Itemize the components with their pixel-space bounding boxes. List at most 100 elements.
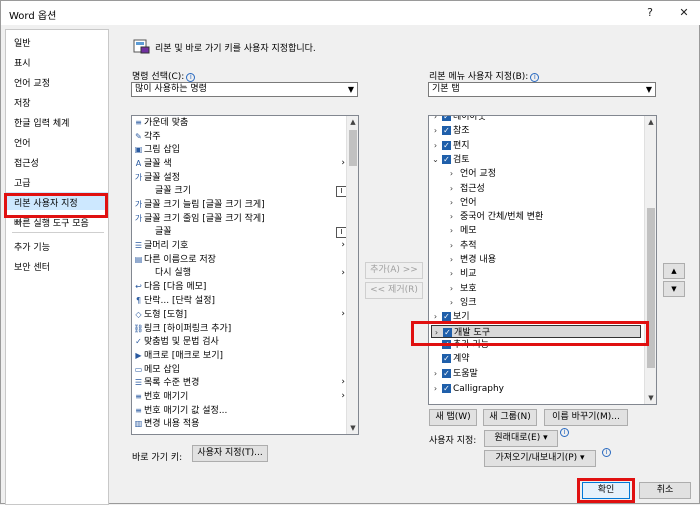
nav-item[interactable]: 언어: [14, 136, 31, 149]
new-tab-button[interactable]: 새 탭(W): [429, 409, 477, 426]
command-item[interactable]: 글꼴 크기 I: [133, 185, 347, 198]
expand-icon[interactable]: ⌄: [431, 153, 440, 166]
command-item[interactable]: ¶ 단락... [단락 설정]: [133, 294, 347, 307]
expand-icon[interactable]: ›: [447, 267, 456, 280]
nav-item[interactable]: 표시: [14, 56, 31, 69]
commands-scrollbar[interactable]: ▲ ▼: [346, 116, 358, 434]
move-up-button[interactable]: ▲: [663, 263, 685, 279]
command-item[interactable]: ▤ 다른 이름으로 저장: [133, 253, 347, 266]
ribbon-tree-item[interactable]: › 추적: [447, 239, 641, 252]
cancel-button[interactable]: 취소: [639, 482, 691, 499]
expand-icon[interactable]: ›: [447, 296, 456, 309]
expand-icon[interactable]: ›: [447, 253, 456, 266]
command-item[interactable]: ▣ 그림 삽입: [133, 143, 347, 156]
nav-item[interactable]: 접근성: [14, 156, 39, 169]
new-group-button[interactable]: 새 그룹(N): [483, 409, 537, 426]
scroll-thumb[interactable]: [349, 130, 357, 166]
nav-item[interactable]: 언어 교정: [14, 76, 50, 89]
remove-button[interactable]: << 제거(R): [365, 282, 423, 299]
ribbon-tree-item[interactable]: › ✓ 도움말: [431, 367, 641, 380]
checkbox-icon[interactable]: ✓: [442, 354, 451, 364]
expand-icon[interactable]: ›: [431, 382, 440, 395]
tree-scroll-down-icon[interactable]: ▼: [645, 392, 656, 404]
ribbon-tree-item[interactable]: › 비교: [447, 267, 641, 280]
choose-commands-combo[interactable]: 많이 사용하는 명령 ▼: [131, 82, 358, 97]
command-item[interactable]: ▭ 메모 삽입: [133, 363, 347, 376]
command-item[interactable]: ▶ 매크로 [매크로 보기]: [133, 349, 347, 362]
ribbon-tree-item[interactable]: › 언어 교정: [447, 167, 641, 180]
nav-item[interactable]: 저장: [14, 96, 31, 109]
checkbox-icon[interactable]: ✓: [442, 383, 451, 393]
ribbon-tree-item[interactable]: › 중국어 간체/번체 변환: [447, 210, 641, 223]
import-export-button[interactable]: 가져오기/내보내기(P) ▾: [484, 450, 596, 467]
expand-icon[interactable]: ›: [447, 224, 456, 237]
help-button[interactable]: ?: [639, 5, 661, 21]
ribbon-tree[interactable]: › ✓ Calligraphy › ✓ 도움말 ✓ 계약 ✓ 추가 기능 › ✓ 개발 도구 › ✓ 보기 › 잉…: [428, 115, 657, 405]
command-item[interactable]: ↩ 다음 [다음 메모]: [133, 280, 347, 293]
command-item[interactable]: ▥ 변경 내용 적용: [133, 417, 347, 430]
scroll-up-icon[interactable]: ▲: [347, 116, 358, 128]
command-item[interactable]: 가 글꼴 크기 늘림 [글꼴 크기 크게]: [133, 198, 347, 211]
ribbon-tree-item[interactable]: › 잉크: [447, 296, 641, 309]
ribbon-tree-item[interactable]: › ✓ Calligraphy: [431, 382, 641, 395]
rename-button[interactable]: 이름 바꾸기(M)...: [544, 409, 628, 426]
shortcut-customize-button[interactable]: 사용자 지정(T)...: [192, 445, 268, 462]
checkbox-icon[interactable]: ✓: [442, 369, 451, 379]
checkbox-icon[interactable]: ✓: [442, 116, 451, 121]
ribbon-tree-item[interactable]: › 변경 내용: [447, 253, 641, 266]
nav-item[interactable]: 일반: [14, 36, 31, 49]
ribbon-tree-item[interactable]: › ✓ 레이아웃: [431, 115, 641, 123]
expand-icon[interactable]: ›: [447, 282, 456, 295]
ribbon-tree-item[interactable]: ✓ 계약: [431, 353, 641, 366]
nav-item[interactable]: 고급: [14, 176, 31, 189]
command-item[interactable]: A 글꼴 색 ›: [133, 157, 347, 170]
checkbox-icon[interactable]: ✓: [442, 312, 451, 322]
ribbon-tree-item[interactable]: › 메모: [447, 224, 641, 237]
commands-list[interactable]: ▥ 변경 내용 적용 ≡ 번호 매기기 값 설정... ≡ 번호 매기기 › ☰ 목록 수준 변…: [131, 115, 359, 435]
command-item[interactable]: 글꼴 I: [133, 226, 347, 239]
command-item[interactable]: ✎ 각주: [133, 130, 347, 143]
close-button[interactable]: ✕: [673, 5, 695, 21]
expand-icon[interactable]: ›: [431, 139, 440, 152]
nav-item[interactable]: 추가 기능: [14, 240, 50, 253]
expand-icon[interactable]: ›: [447, 182, 456, 195]
checkbox-icon[interactable]: ✓: [442, 154, 451, 164]
tree-scroll-up-icon[interactable]: ▲: [645, 116, 656, 128]
checkbox-icon[interactable]: ✓: [442, 140, 451, 150]
nav-item[interactable]: 보안 센터: [14, 260, 50, 273]
reset-button[interactable]: 원래대로(E) ▾: [484, 430, 558, 447]
expand-icon[interactable]: ›: [431, 124, 440, 137]
ribbon-tree-item[interactable]: › ✓ 참조: [431, 124, 641, 137]
checkbox-icon[interactable]: ✓: [442, 126, 451, 136]
ribbon-tree-item[interactable]: ⌄ ✓ 검토: [431, 153, 641, 166]
ribbon-tree-item[interactable]: › 언어: [447, 196, 641, 209]
command-item[interactable]: ✓ 맞춤법 및 문법 검사: [133, 335, 347, 348]
command-item[interactable]: ≡ 번호 매기기 ›: [133, 390, 347, 403]
command-item[interactable]: 가 글꼴 크기 줄임 [글꼴 크기 작게]: [133, 212, 347, 225]
ribbon-tree-label: 레이아웃: [453, 115, 487, 122]
command-item[interactable]: 가 글꼴 설정: [133, 171, 347, 184]
expand-icon[interactable]: ›: [447, 239, 456, 252]
command-item[interactable]: ☰ 목록 수준 변경 ›: [133, 376, 347, 389]
nav-item[interactable]: 한글 입력 체계: [14, 116, 69, 129]
command-item[interactable]: ◇ 도형 [도형] ›: [133, 308, 347, 321]
customize-ribbon-combo[interactable]: 기본 탭 ▼: [428, 82, 656, 97]
expand-icon[interactable]: ›: [431, 367, 440, 380]
tree-scrollbar[interactable]: ▲ ▼: [644, 116, 656, 404]
command-item[interactable]: ☰ 글머리 기호 ›: [133, 239, 347, 252]
command-item[interactable]: ≡ 가운데 맞춤: [133, 116, 347, 129]
expand-icon[interactable]: ›: [431, 116, 440, 123]
ribbon-tree-item[interactable]: › 접근성: [447, 182, 641, 195]
command-item[interactable]: ⛓링크 [하이퍼링크 추가]: [133, 322, 347, 335]
scroll-down-icon[interactable]: ▼: [347, 422, 358, 434]
command-item[interactable]: 다시 실행 ›: [133, 267, 347, 280]
add-button[interactable]: 추가(A) >>: [365, 262, 423, 279]
command-item[interactable]: ≡ 번호 매기기 값 설정...: [133, 404, 347, 417]
ribbon-tree-item[interactable]: › ✓ 편지: [431, 139, 641, 152]
expand-icon[interactable]: ›: [447, 167, 456, 180]
expand-icon[interactable]: ›: [447, 210, 456, 223]
expand-icon[interactable]: ›: [447, 196, 456, 209]
ribbon-tree-label: 편지: [453, 140, 470, 151]
ribbon-tree-item[interactable]: › 보호: [447, 282, 641, 295]
move-down-button[interactable]: ▼: [663, 281, 685, 297]
